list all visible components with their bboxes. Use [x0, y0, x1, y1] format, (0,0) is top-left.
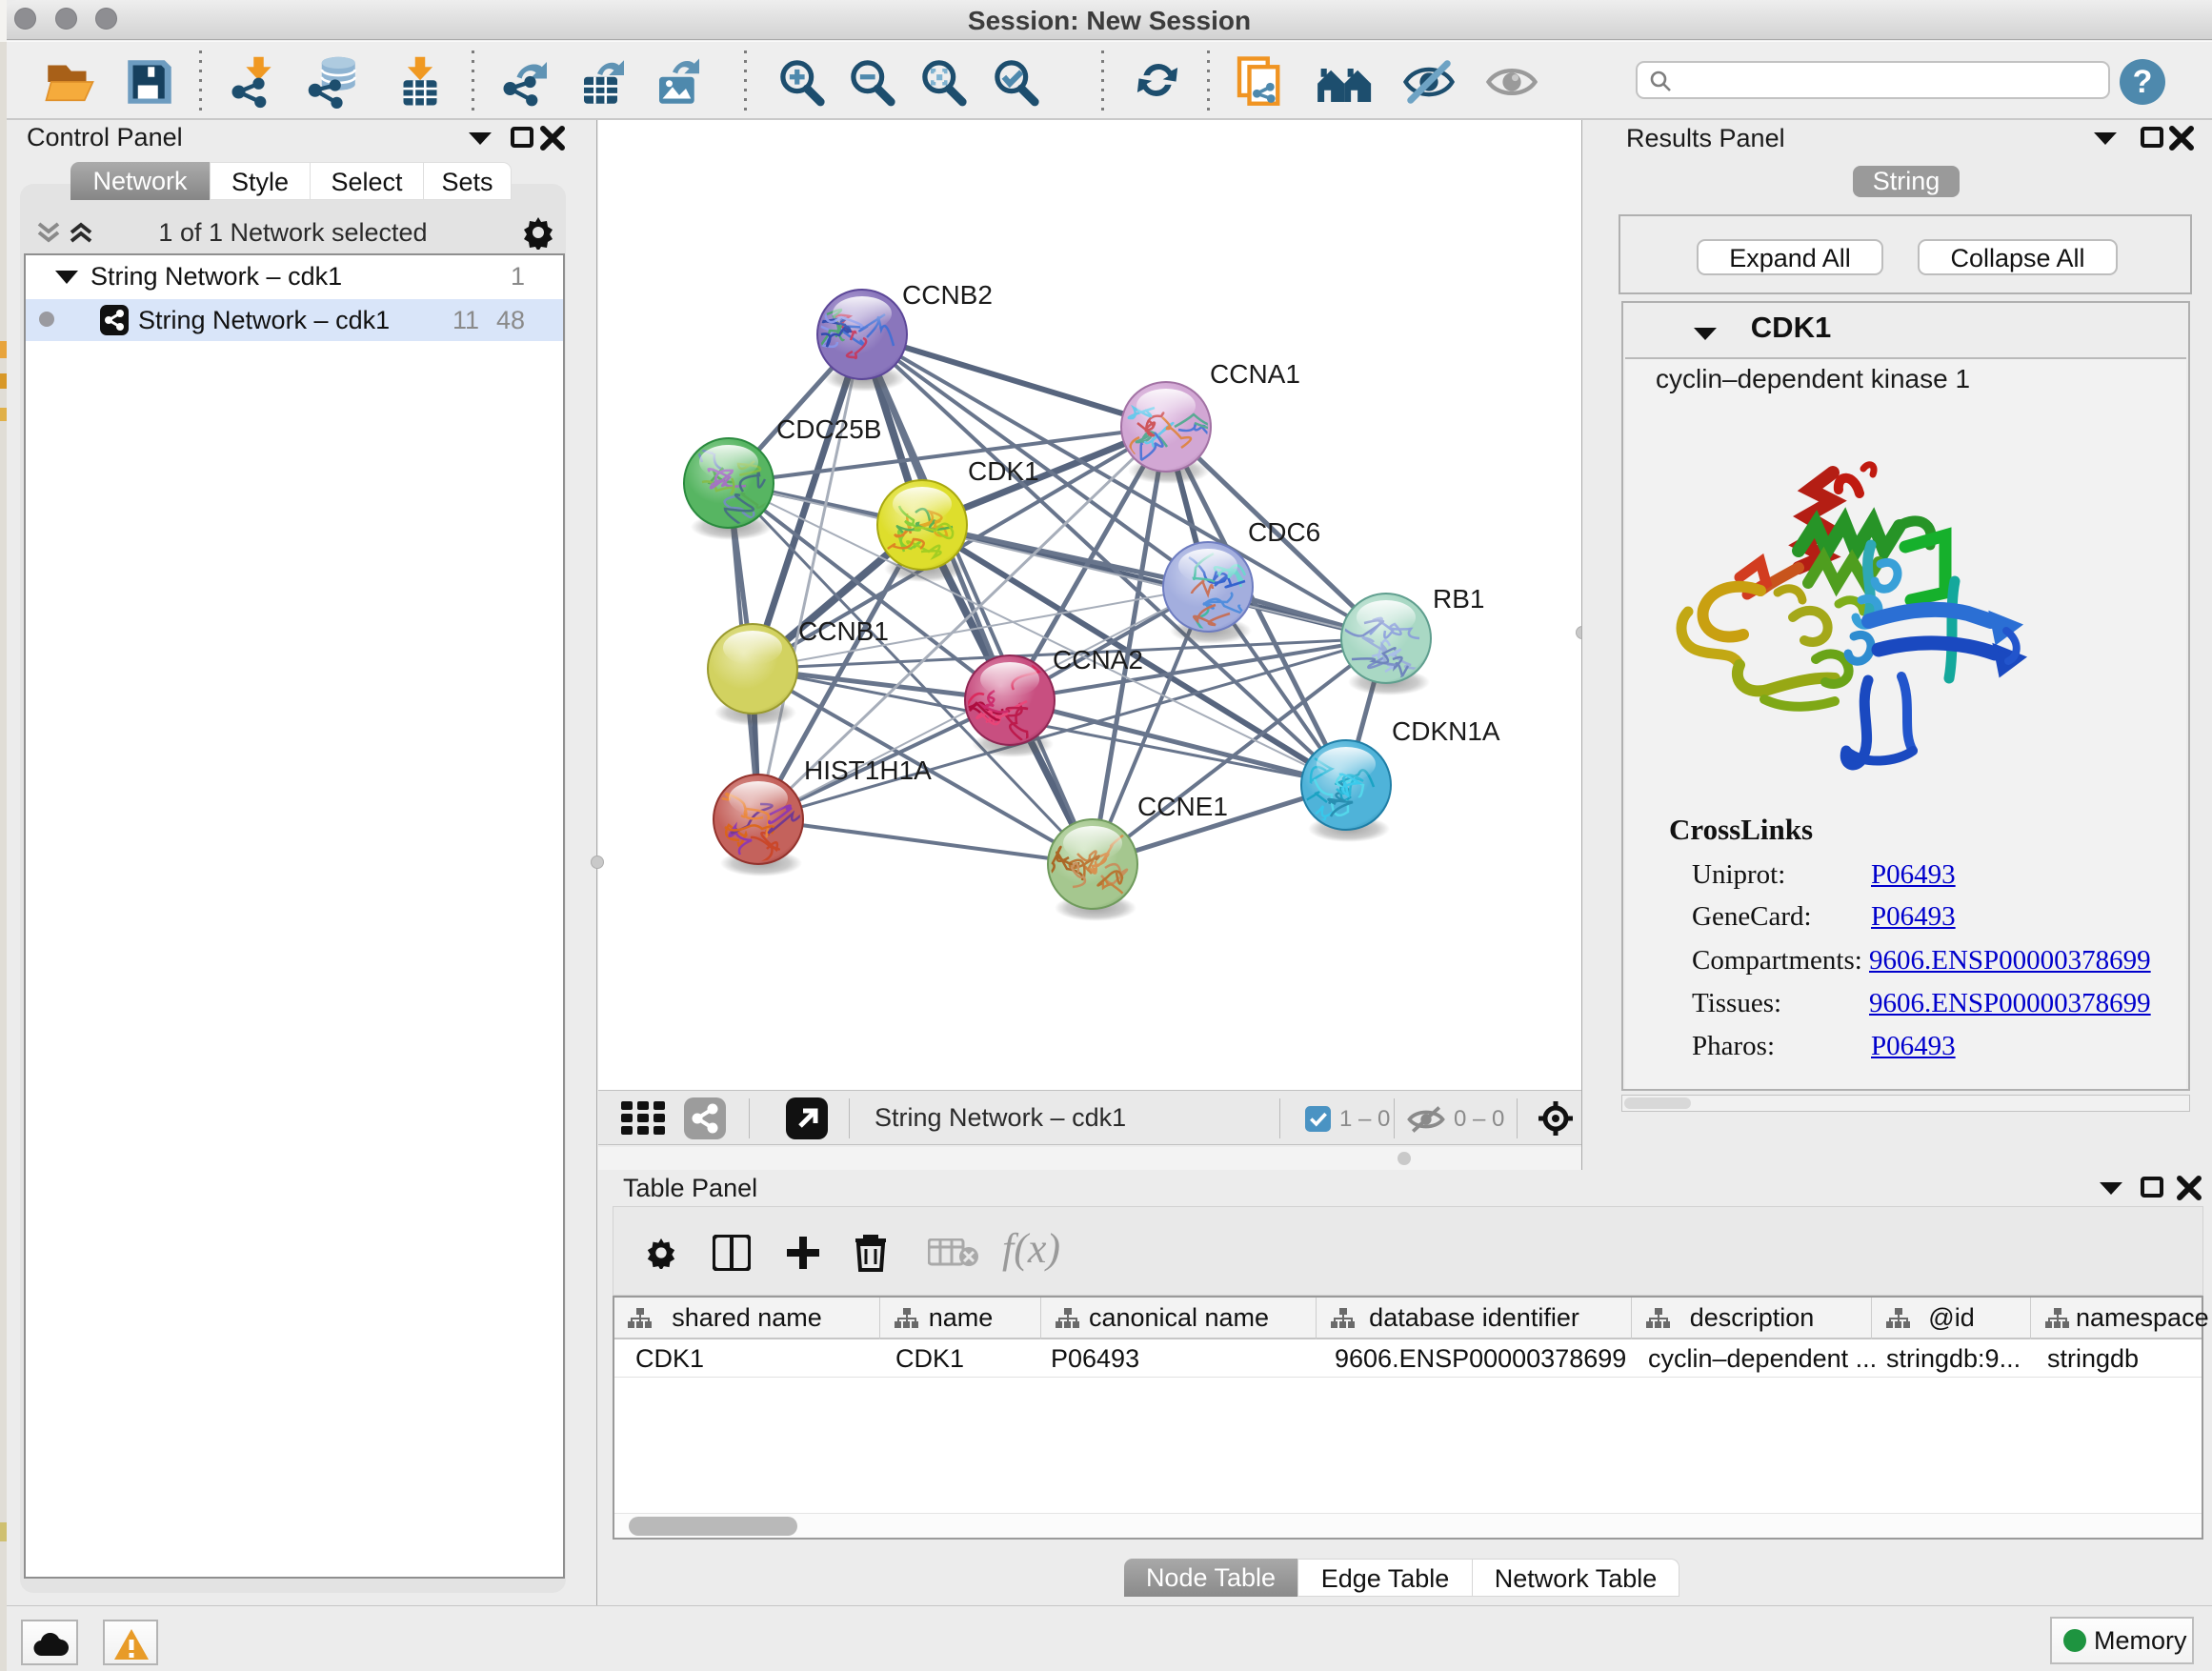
svg-text:CDC6: CDC6	[1248, 517, 1320, 547]
svg-text:CDK1: CDK1	[968, 456, 1039, 486]
svg-text:CCNE1: CCNE1	[1137, 792, 1228, 821]
svg-text:CDC25B: CDC25B	[776, 414, 881, 444]
svg-text:CCNB2: CCNB2	[902, 280, 993, 310]
svg-text:CCNB1: CCNB1	[798, 616, 889, 646]
svg-text:CCNA1: CCNA1	[1210, 359, 1300, 389]
svg-text:RB1: RB1	[1433, 584, 1484, 614]
svg-text:CDKN1A: CDKN1A	[1392, 716, 1500, 746]
svg-text:HIST1H1A: HIST1H1A	[804, 755, 932, 785]
svg-text:CCNA2: CCNA2	[1053, 645, 1143, 674]
